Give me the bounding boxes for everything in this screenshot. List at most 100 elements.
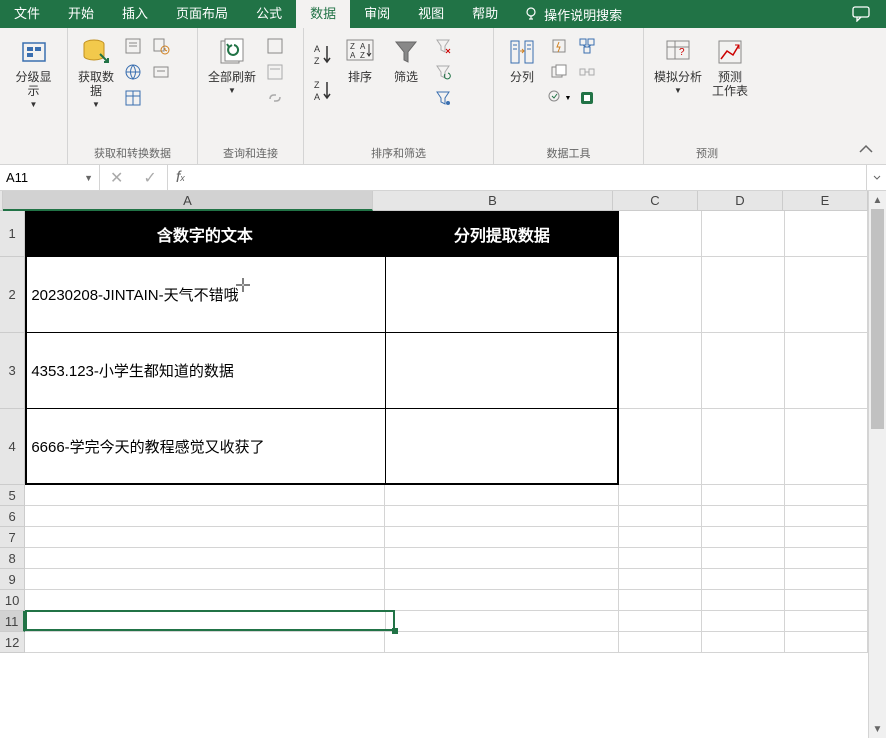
cell-E6[interactable] — [785, 506, 868, 527]
cell-C11[interactable] — [619, 611, 702, 632]
tab-home[interactable]: 开始 — [54, 0, 108, 28]
column-header-C[interactable]: C — [613, 191, 698, 211]
cell-B5[interactable] — [385, 485, 619, 506]
cell-C2[interactable] — [619, 257, 702, 333]
cell-B2[interactable] — [386, 257, 620, 333]
row-header-8[interactable]: 8 — [0, 548, 25, 569]
cancel-formula-button[interactable]: ✕ — [104, 168, 129, 188]
row-header-2[interactable]: 2 — [0, 257, 25, 333]
cell-D12[interactable] — [702, 632, 785, 653]
cell-A11[interactable] — [25, 611, 385, 632]
cell-A7[interactable] — [25, 527, 385, 548]
consolidate-button[interactable] — [574, 34, 600, 58]
cell-B11[interactable] — [386, 611, 620, 632]
cell-A2[interactable]: 20230208-JINTAIN-天气不错哦 — [25, 257, 385, 333]
cell-D4[interactable] — [702, 409, 785, 485]
column-header-B[interactable]: B — [373, 191, 613, 211]
tab-formulas[interactable]: 公式 — [242, 0, 296, 28]
column-header-A[interactable]: A — [3, 191, 373, 211]
cell-A5[interactable] — [25, 485, 385, 506]
outline-button[interactable]: 分级显示 ▼ — [6, 32, 61, 164]
cell-D7[interactable] — [702, 527, 785, 548]
cell-D8[interactable] — [702, 548, 785, 569]
cell-C9[interactable] — [619, 569, 702, 590]
cell-C4[interactable] — [619, 409, 702, 485]
row-header-11[interactable]: 11 — [0, 611, 25, 632]
scroll-thumb[interactable] — [871, 209, 884, 429]
cell-A1[interactable]: 含数字的文本 — [25, 211, 385, 257]
scroll-down-button[interactable]: ▼ — [869, 720, 886, 738]
data-validation-button[interactable]: ▼ — [546, 86, 572, 110]
scroll-up-button[interactable]: ▲ — [869, 191, 886, 209]
cell-A9[interactable] — [25, 569, 385, 590]
row-header-1[interactable]: 1 — [0, 211, 25, 257]
cell-E8[interactable] — [785, 548, 868, 569]
cell-A12[interactable] — [25, 632, 385, 653]
vertical-scrollbar[interactable]: ▲ ▼ — [868, 191, 886, 738]
cell-D9[interactable] — [702, 569, 785, 590]
cell-E3[interactable] — [785, 333, 868, 409]
cell-A6[interactable] — [25, 506, 385, 527]
cell-D10[interactable] — [702, 590, 785, 611]
formula-input[interactable] — [193, 165, 866, 190]
cell-C3[interactable] — [619, 333, 702, 409]
row-header-6[interactable]: 6 — [0, 506, 25, 527]
cell-C8[interactable] — [619, 548, 702, 569]
cell-E4[interactable] — [785, 409, 868, 485]
cell-E11[interactable] — [785, 611, 868, 632]
queries-connections-button[interactable] — [262, 34, 288, 58]
expand-formula-bar-button[interactable] — [866, 165, 886, 190]
column-header-E[interactable]: E — [783, 191, 868, 211]
sort-desc-button[interactable]: ZA — [310, 74, 336, 108]
tab-view[interactable]: 视图 — [404, 0, 458, 28]
cell-A3[interactable]: 4353.123-小学生都知道的数据 — [25, 333, 385, 409]
scroll-track[interactable] — [869, 209, 886, 720]
comments-button[interactable] — [836, 6, 886, 22]
manage-data-model-button[interactable] — [574, 86, 600, 110]
row-header-9[interactable]: 9 — [0, 569, 25, 590]
flash-fill-button[interactable] — [546, 34, 572, 58]
cell-B9[interactable] — [385, 569, 619, 590]
tab-insert[interactable]: 插入 — [108, 0, 162, 28]
cell-C10[interactable] — [619, 590, 702, 611]
cell-B12[interactable] — [385, 632, 619, 653]
cell-C6[interactable] — [619, 506, 702, 527]
enter-formula-button[interactable]: ✓ — [137, 168, 162, 188]
cell-D6[interactable] — [702, 506, 785, 527]
from-web-button[interactable] — [120, 60, 146, 84]
tab-help[interactable]: 帮助 — [458, 0, 512, 28]
row-header-5[interactable]: 5 — [0, 485, 25, 506]
column-header-D[interactable]: D — [698, 191, 783, 211]
edit-links-button[interactable] — [262, 86, 288, 110]
properties-button[interactable] — [262, 60, 288, 84]
cell-C1[interactable] — [619, 211, 702, 257]
tell-me-search[interactable]: 操作说明搜索 — [512, 5, 634, 24]
cell-E5[interactable] — [785, 485, 868, 506]
tab-file[interactable]: 文件 — [0, 0, 54, 28]
reapply-button[interactable] — [430, 60, 456, 84]
existing-connections-button[interactable] — [148, 60, 174, 84]
cell-A4[interactable]: 6666-学完今天的教程感觉又收获了 — [25, 409, 385, 485]
name-box[interactable]: A11 ▼ — [0, 165, 100, 190]
row-header-3[interactable]: 3 — [0, 333, 25, 409]
tab-page-layout[interactable]: 页面布局 — [162, 0, 242, 28]
cell-E7[interactable] — [785, 527, 868, 548]
cell-D5[interactable] — [702, 485, 785, 506]
cell-C7[interactable] — [619, 527, 702, 548]
cell-D3[interactable] — [702, 333, 785, 409]
clear-filter-button[interactable] — [430, 34, 456, 58]
cell-B7[interactable] — [385, 527, 619, 548]
sort-asc-button[interactable]: AZ — [310, 38, 336, 72]
select-all-corner[interactable] — [0, 191, 3, 211]
cell-A10[interactable] — [25, 590, 385, 611]
cell-B1[interactable]: 分列提取数据 — [385, 211, 619, 257]
cell-E2[interactable] — [785, 257, 868, 333]
remove-duplicates-button[interactable] — [546, 60, 572, 84]
from-text-button[interactable] — [120, 34, 146, 58]
cell-C12[interactable] — [619, 632, 702, 653]
relationships-button[interactable] — [574, 60, 600, 84]
cell-B4[interactable] — [386, 409, 620, 485]
cell-E12[interactable] — [785, 632, 868, 653]
insert-function-button[interactable]: fx — [168, 165, 193, 190]
row-header-12[interactable]: 12 — [0, 632, 25, 653]
